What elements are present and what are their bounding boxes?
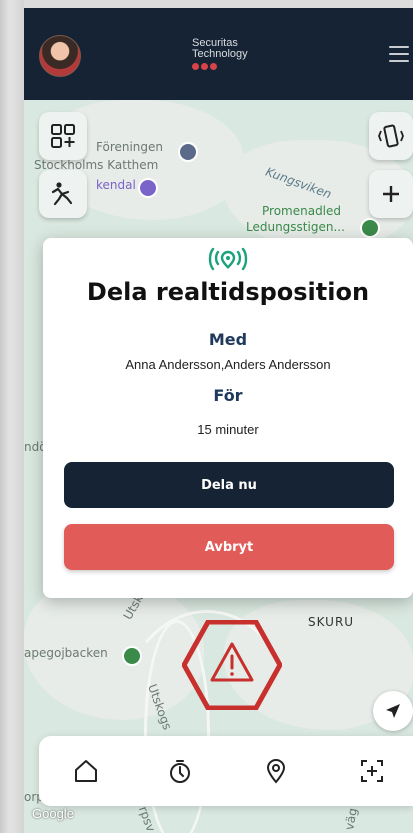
vibrate-button[interactable] (369, 112, 413, 160)
map-attribution: Google (32, 806, 74, 821)
map-label: Föreningen (96, 140, 164, 154)
menu-icon[interactable] (389, 46, 409, 62)
recipients-value: Anna Andersson,Anders Andersson (125, 357, 331, 372)
nav-location[interactable] (261, 756, 291, 786)
fall-detection-button[interactable] (39, 170, 87, 218)
home-icon (75, 760, 97, 782)
alarm-button[interactable] (181, 619, 283, 714)
avatar[interactable] (39, 35, 81, 77)
app-header: Securitas Technology (24, 8, 413, 100)
brand-logo: Securitas Technology (192, 38, 248, 70)
map-label: SKURU (308, 615, 355, 629)
zoom-in-button[interactable] (369, 170, 413, 218)
plus-icon (383, 186, 399, 202)
person-falling-icon (51, 182, 73, 206)
timer-icon (170, 760, 190, 783)
map-poi-icon (178, 142, 198, 162)
map-label: Promenadled (262, 204, 342, 218)
map-label: kendal (96, 178, 136, 192)
warning-icon (181, 619, 283, 711)
map-label: väg (342, 806, 360, 832)
map-poi-icon (122, 646, 142, 666)
share-now-button[interactable]: Dela nu (64, 462, 394, 508)
bottom-navigation (39, 736, 413, 806)
map-poi-icon (360, 218, 380, 238)
vibrate-icon (378, 124, 404, 148)
add-widget-icon (51, 124, 75, 148)
dialog-title: Dela realtidsposition (86, 278, 370, 306)
cancel-button[interactable]: Avbryt (64, 524, 394, 570)
map-label: apegojbacken (24, 646, 108, 660)
screen-edge (0, 0, 24, 833)
add-widget-button[interactable] (39, 112, 87, 160)
app-screen: Föreningen Stockholms Katthem kendal Kun… (24, 8, 413, 833)
broadcast-location-icon (43, 246, 413, 276)
nav-timer[interactable] (165, 756, 195, 786)
navigate-button[interactable] (373, 691, 413, 731)
map-label: Ledungsstigen... (246, 220, 345, 234)
nav-home[interactable] (71, 756, 101, 786)
nav-add[interactable] (357, 756, 387, 786)
with-label: Med (208, 330, 248, 349)
duration-label: För (213, 386, 243, 405)
map-poi-icon (138, 178, 158, 198)
navigation-arrow-icon (386, 704, 400, 718)
add-frame-icon (361, 760, 383, 782)
location-pin-icon (266, 758, 286, 784)
brand-dots-icon (192, 63, 248, 70)
duration-value: 15 minuter (197, 422, 259, 437)
brand-line-2: Technology (192, 48, 248, 60)
share-location-dialog: Dela realtidsposition Med Anna Andersson… (43, 238, 413, 598)
